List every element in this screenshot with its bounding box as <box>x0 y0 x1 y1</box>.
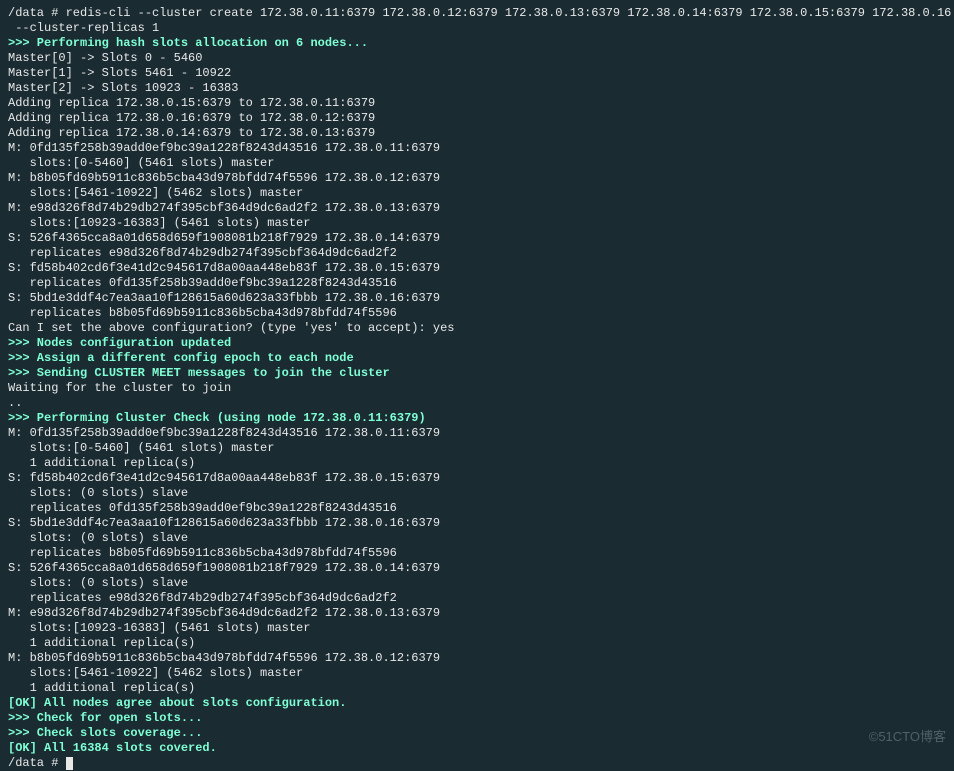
output-line: slots:[0-5460] (5461 slots) master <box>8 156 946 171</box>
output-line: >>> Performing hash slots allocation on … <box>8 36 946 51</box>
output-line: replicates 0fd135f258b39add0ef9bc39a1228… <box>8 501 946 516</box>
output-line: slots:[0-5460] (5461 slots) master <box>8 441 946 456</box>
command-continuation: --cluster-replicas 1 <box>8 21 946 36</box>
output-line: .. <box>8 396 946 411</box>
output-line: Waiting for the cluster to join <box>8 381 946 396</box>
output-line: M: b8b05fd69b5911c836b5cba43d978bfdd74f5… <box>8 651 946 666</box>
output-line: replicates 0fd135f258b39add0ef9bc39a1228… <box>8 276 946 291</box>
output-line: M: e98d326f8d74b29db274f395cbf364d9dc6ad… <box>8 606 946 621</box>
terminal-output[interactable]: /data # redis-cli --cluster create 172.3… <box>8 6 946 771</box>
output-line: slots:[5461-10922] (5462 slots) master <box>8 666 946 681</box>
output-line: replicates e98d326f8d74b29db274f395cbf36… <box>8 591 946 606</box>
output-line: [OK] All 16384 slots covered. <box>8 741 946 756</box>
output-line: slots: (0 slots) slave <box>8 531 946 546</box>
cursor-icon <box>66 757 73 770</box>
output-line: 1 additional replica(s) <box>8 456 946 471</box>
output-line: S: 5bd1e3ddf4c7ea3aa10f128615a60d623a33f… <box>8 516 946 531</box>
output-line: 1 additional replica(s) <box>8 681 946 696</box>
output-line: S: fd58b402cd6f3e41d2c945617d8a00aa448eb… <box>8 471 946 486</box>
output-line: slots: (0 slots) slave <box>8 486 946 501</box>
output-line: Master[0] -> Slots 0 - 5460 <box>8 51 946 66</box>
output-line: >>> Check slots coverage... <box>8 726 946 741</box>
output-line: M: 0fd135f258b39add0ef9bc39a1228f8243d43… <box>8 426 946 441</box>
final-prompt-path: /data <box>8 756 44 770</box>
output-line: >>> Assign a different config epoch to e… <box>8 351 946 366</box>
output-line: Adding replica 172.38.0.16:6379 to 172.3… <box>8 111 946 126</box>
output-line: replicates b8b05fd69b5911c836b5cba43d978… <box>8 546 946 561</box>
output-line: Adding replica 172.38.0.15:6379 to 172.3… <box>8 96 946 111</box>
output-line: >>> Sending CLUSTER MEET messages to joi… <box>8 366 946 381</box>
watermark-text: ©51CTO博客 <box>869 729 946 744</box>
final-prompt-symbol: # <box>51 756 58 770</box>
output-line: >>> Nodes configuration updated <box>8 336 946 351</box>
output-lines: >>> Performing hash slots allocation on … <box>8 36 946 756</box>
output-line: Master[2] -> Slots 10923 - 16383 <box>8 81 946 96</box>
output-line: slots:[10923-16383] (5461 slots) master <box>8 216 946 231</box>
output-line: M: e98d326f8d74b29db274f395cbf364d9dc6ad… <box>8 201 946 216</box>
output-line: S: 5bd1e3ddf4c7ea3aa10f128615a60d623a33f… <box>8 291 946 306</box>
output-line: >>> Performing Cluster Check (using node… <box>8 411 946 426</box>
output-line: [OK] All nodes agree about slots configu… <box>8 696 946 711</box>
output-line: slots:[10923-16383] (5461 slots) master <box>8 621 946 636</box>
output-line: >>> Check for open slots... <box>8 711 946 726</box>
output-line: replicates e98d326f8d74b29db274f395cbf36… <box>8 246 946 261</box>
output-line: slots:[5461-10922] (5462 slots) master <box>8 186 946 201</box>
output-line: S: 526f4365cca8a01d658d659f1908081b218f7… <box>8 231 946 246</box>
prompt-line: /data # redis-cli --cluster create 172.3… <box>8 6 946 21</box>
output-line: 1 additional replica(s) <box>8 636 946 651</box>
output-line: M: b8b05fd69b5911c836b5cba43d978bfdd74f5… <box>8 171 946 186</box>
output-line: S: fd58b402cd6f3e41d2c945617d8a00aa448eb… <box>8 261 946 276</box>
output-line: M: 0fd135f258b39add0ef9bc39a1228f8243d43… <box>8 141 946 156</box>
output-line: Adding replica 172.38.0.14:6379 to 172.3… <box>8 126 946 141</box>
output-line: Master[1] -> Slots 5461 - 10922 <box>8 66 946 81</box>
output-line: replicates b8b05fd69b5911c836b5cba43d978… <box>8 306 946 321</box>
output-line: slots: (0 slots) slave <box>8 576 946 591</box>
output-line: S: 526f4365cca8a01d658d659f1908081b218f7… <box>8 561 946 576</box>
output-line: Can I set the above configuration? (type… <box>8 321 946 336</box>
